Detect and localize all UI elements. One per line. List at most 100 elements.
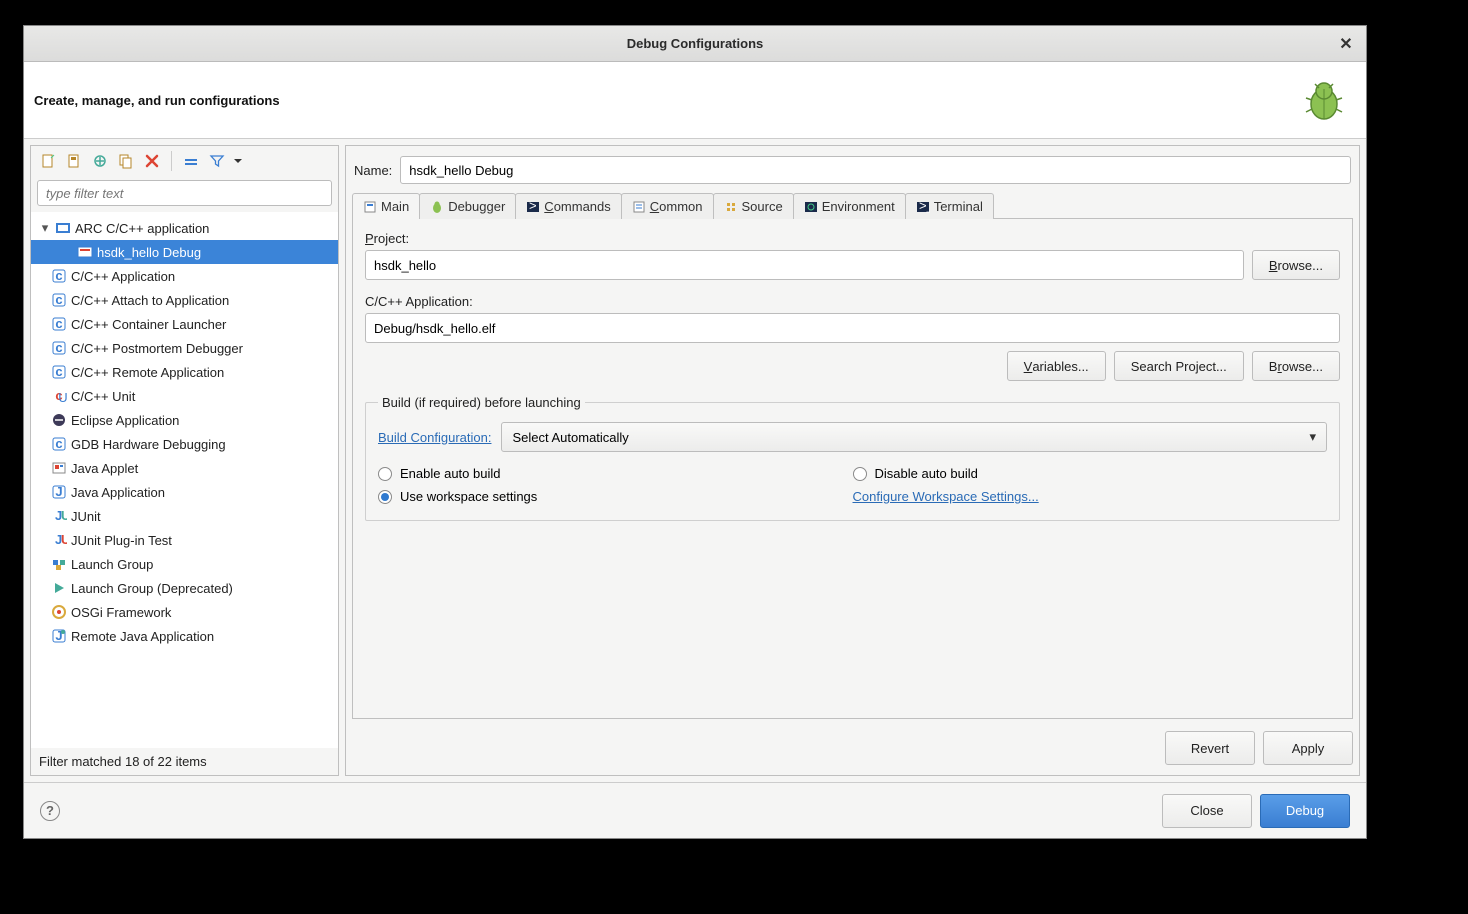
tree-node[interactable]: cC/C++ Attach to Application xyxy=(31,288,338,312)
radio-use-workspace-settings[interactable]: Use workspace settings xyxy=(378,489,853,504)
tree-node[interactable]: JJava Application xyxy=(31,480,338,504)
app-group: C/C++ Application: Variables... Variable… xyxy=(365,294,1340,381)
build-config-select[interactable]: Select Automatically ▾ xyxy=(501,422,1327,452)
filter-icon[interactable] xyxy=(206,150,228,172)
c-app-icon: c xyxy=(51,364,67,380)
radio-icon xyxy=(378,490,392,504)
configure-workspace-link[interactable]: Configure Workspace Settings... xyxy=(853,489,1328,504)
tree-label: Eclipse Application xyxy=(71,413,179,428)
tree-label: C/C++ Application xyxy=(71,269,175,284)
java-applet-icon xyxy=(51,460,67,476)
app-input[interactable] xyxy=(365,313,1340,343)
close-button[interactable]: Close xyxy=(1162,794,1252,828)
header: Create, manage, and run configurations xyxy=(24,62,1366,139)
name-row: Name: xyxy=(352,152,1353,192)
chevron-down-icon[interactable]: ▾ xyxy=(39,222,51,234)
tree-node[interactable]: JUJUnit xyxy=(31,504,338,528)
project-label: Project: xyxy=(365,231,1340,246)
arc-app-icon xyxy=(55,220,71,236)
variables-button[interactable]: Variables... xyxy=(1007,351,1106,381)
filter-input[interactable] xyxy=(37,180,332,206)
tab-label: Terminal xyxy=(934,199,983,214)
tab-debugger[interactable]: Debugger xyxy=(419,193,516,219)
play-icon xyxy=(51,580,67,596)
search-project-button[interactable]: Search Project... xyxy=(1114,351,1244,381)
terminal-tab-icon: >_ xyxy=(916,200,930,214)
tab-label: CCommonommon xyxy=(650,199,703,214)
main-tab-icon xyxy=(363,200,377,214)
tree-label: C/C++ Postmortem Debugger xyxy=(71,341,243,356)
footer: ? Close Debug xyxy=(24,782,1366,838)
tree-node-selected[interactable]: hsdk_hello Debug xyxy=(31,240,338,264)
launch-group-icon xyxy=(51,556,67,572)
config-tree[interactable]: ▾ ARC C/C++ application hsdk_hello Debug… xyxy=(31,212,338,748)
app-label: C/C++ Application: xyxy=(365,294,1340,309)
tree-node[interactable]: cUC/C++ Unit xyxy=(31,384,338,408)
delete-icon[interactable] xyxy=(141,150,163,172)
debugger-tab-icon xyxy=(430,200,444,214)
radio-disable-auto-build[interactable]: Disable auto build xyxy=(853,466,1328,481)
tree-label: Remote Java Application xyxy=(71,629,214,644)
new-prototype-icon[interactable] xyxy=(63,150,85,172)
collapse-all-icon[interactable] xyxy=(180,150,202,172)
apply-button[interactable]: Apply xyxy=(1263,731,1353,765)
revert-button[interactable]: Revert xyxy=(1165,731,1255,765)
build-legend: Build (if required) before launching xyxy=(378,395,585,410)
tree-node[interactable]: Launch Group xyxy=(31,552,338,576)
c-app-icon: c xyxy=(51,340,67,356)
toolbar-separator xyxy=(171,151,172,171)
junit-plugin-icon: JU xyxy=(51,532,67,548)
radio-icon xyxy=(378,467,392,481)
tab-label: Source xyxy=(742,199,783,214)
filter-input-wrap xyxy=(31,176,338,212)
eclipse-icon xyxy=(51,412,67,428)
new-config-icon[interactable] xyxy=(37,150,59,172)
tree-node-arc[interactable]: ▾ ARC C/C++ application xyxy=(31,216,338,240)
tree-node[interactable]: JUJUnit Plug-in Test xyxy=(31,528,338,552)
filter-menu-chevron-icon[interactable] xyxy=(232,150,244,172)
tab-main[interactable]: Main xyxy=(352,193,420,219)
tab-terminal[interactable]: >_ Terminal xyxy=(905,193,994,219)
tab-label: Environment xyxy=(822,199,895,214)
tree-label: C/C++ Container Launcher xyxy=(71,317,226,332)
tab-commands[interactable]: > CCommandsommands xyxy=(515,193,621,219)
radio-enable-auto-build[interactable]: Enable auto build xyxy=(378,466,853,481)
tree-node[interactable]: Java Applet xyxy=(31,456,338,480)
tree-node[interactable]: cC/C++ Application xyxy=(31,264,338,288)
tree-node[interactable]: Eclipse Application xyxy=(31,408,338,432)
help-icon[interactable]: ? xyxy=(40,801,60,821)
tree-node[interactable]: cC/C++ Remote Application xyxy=(31,360,338,384)
tab-common[interactable]: CCommonommon xyxy=(621,193,714,219)
export-icon[interactable] xyxy=(89,150,111,172)
tree-node[interactable]: Launch Group (Deprecated) xyxy=(31,576,338,600)
tab-bar: Main Debugger > CCommandsommands CCommon… xyxy=(352,192,1353,219)
tab-source[interactable]: Source xyxy=(713,193,794,219)
chevron-down-icon: ▾ xyxy=(1309,429,1316,445)
java-app-icon: J xyxy=(51,484,67,500)
body: ▾ ARC C/C++ application hsdk_hello Debug… xyxy=(24,139,1366,782)
debug-button[interactable]: Debug xyxy=(1260,794,1350,828)
build-config-link[interactable]: Build Configuration: xyxy=(378,430,491,445)
tree-node[interactable]: c C/C++ Postmortem Debugger xyxy=(31,336,338,360)
project-input[interactable] xyxy=(365,250,1244,280)
svg-text:c: c xyxy=(55,436,62,451)
revert-apply-row: Revert Apply xyxy=(352,719,1353,765)
tree-node[interactable]: cGDB Hardware Debugging xyxy=(31,432,338,456)
junit-icon: JU xyxy=(51,508,67,524)
tree-node[interactable]: OSGi Framework xyxy=(31,600,338,624)
radio-label: Use workspace settings xyxy=(400,489,537,504)
launch-config-icon xyxy=(77,244,93,260)
tab-label: CCommandsommands xyxy=(544,199,610,214)
browse-project-button[interactable]: Browse... xyxy=(1252,250,1340,280)
build-config-row: Build Configuration: Select Automaticall… xyxy=(378,422,1327,452)
tree-label: ARC C/C++ application xyxy=(75,221,209,236)
tab-environment[interactable]: Environment xyxy=(793,193,906,219)
duplicate-icon[interactable] xyxy=(115,150,137,172)
tree-node[interactable]: cC/C++ Container Launcher xyxy=(31,312,338,336)
radio-label: Enable auto build xyxy=(400,466,500,481)
close-icon[interactable]: ✕ xyxy=(1338,36,1354,52)
browse-app-button[interactable]: Browse... xyxy=(1252,351,1340,381)
tree-node[interactable]: JRemote Java Application xyxy=(31,624,338,648)
name-input[interactable] xyxy=(400,156,1351,184)
tab-label: Main xyxy=(381,199,409,214)
